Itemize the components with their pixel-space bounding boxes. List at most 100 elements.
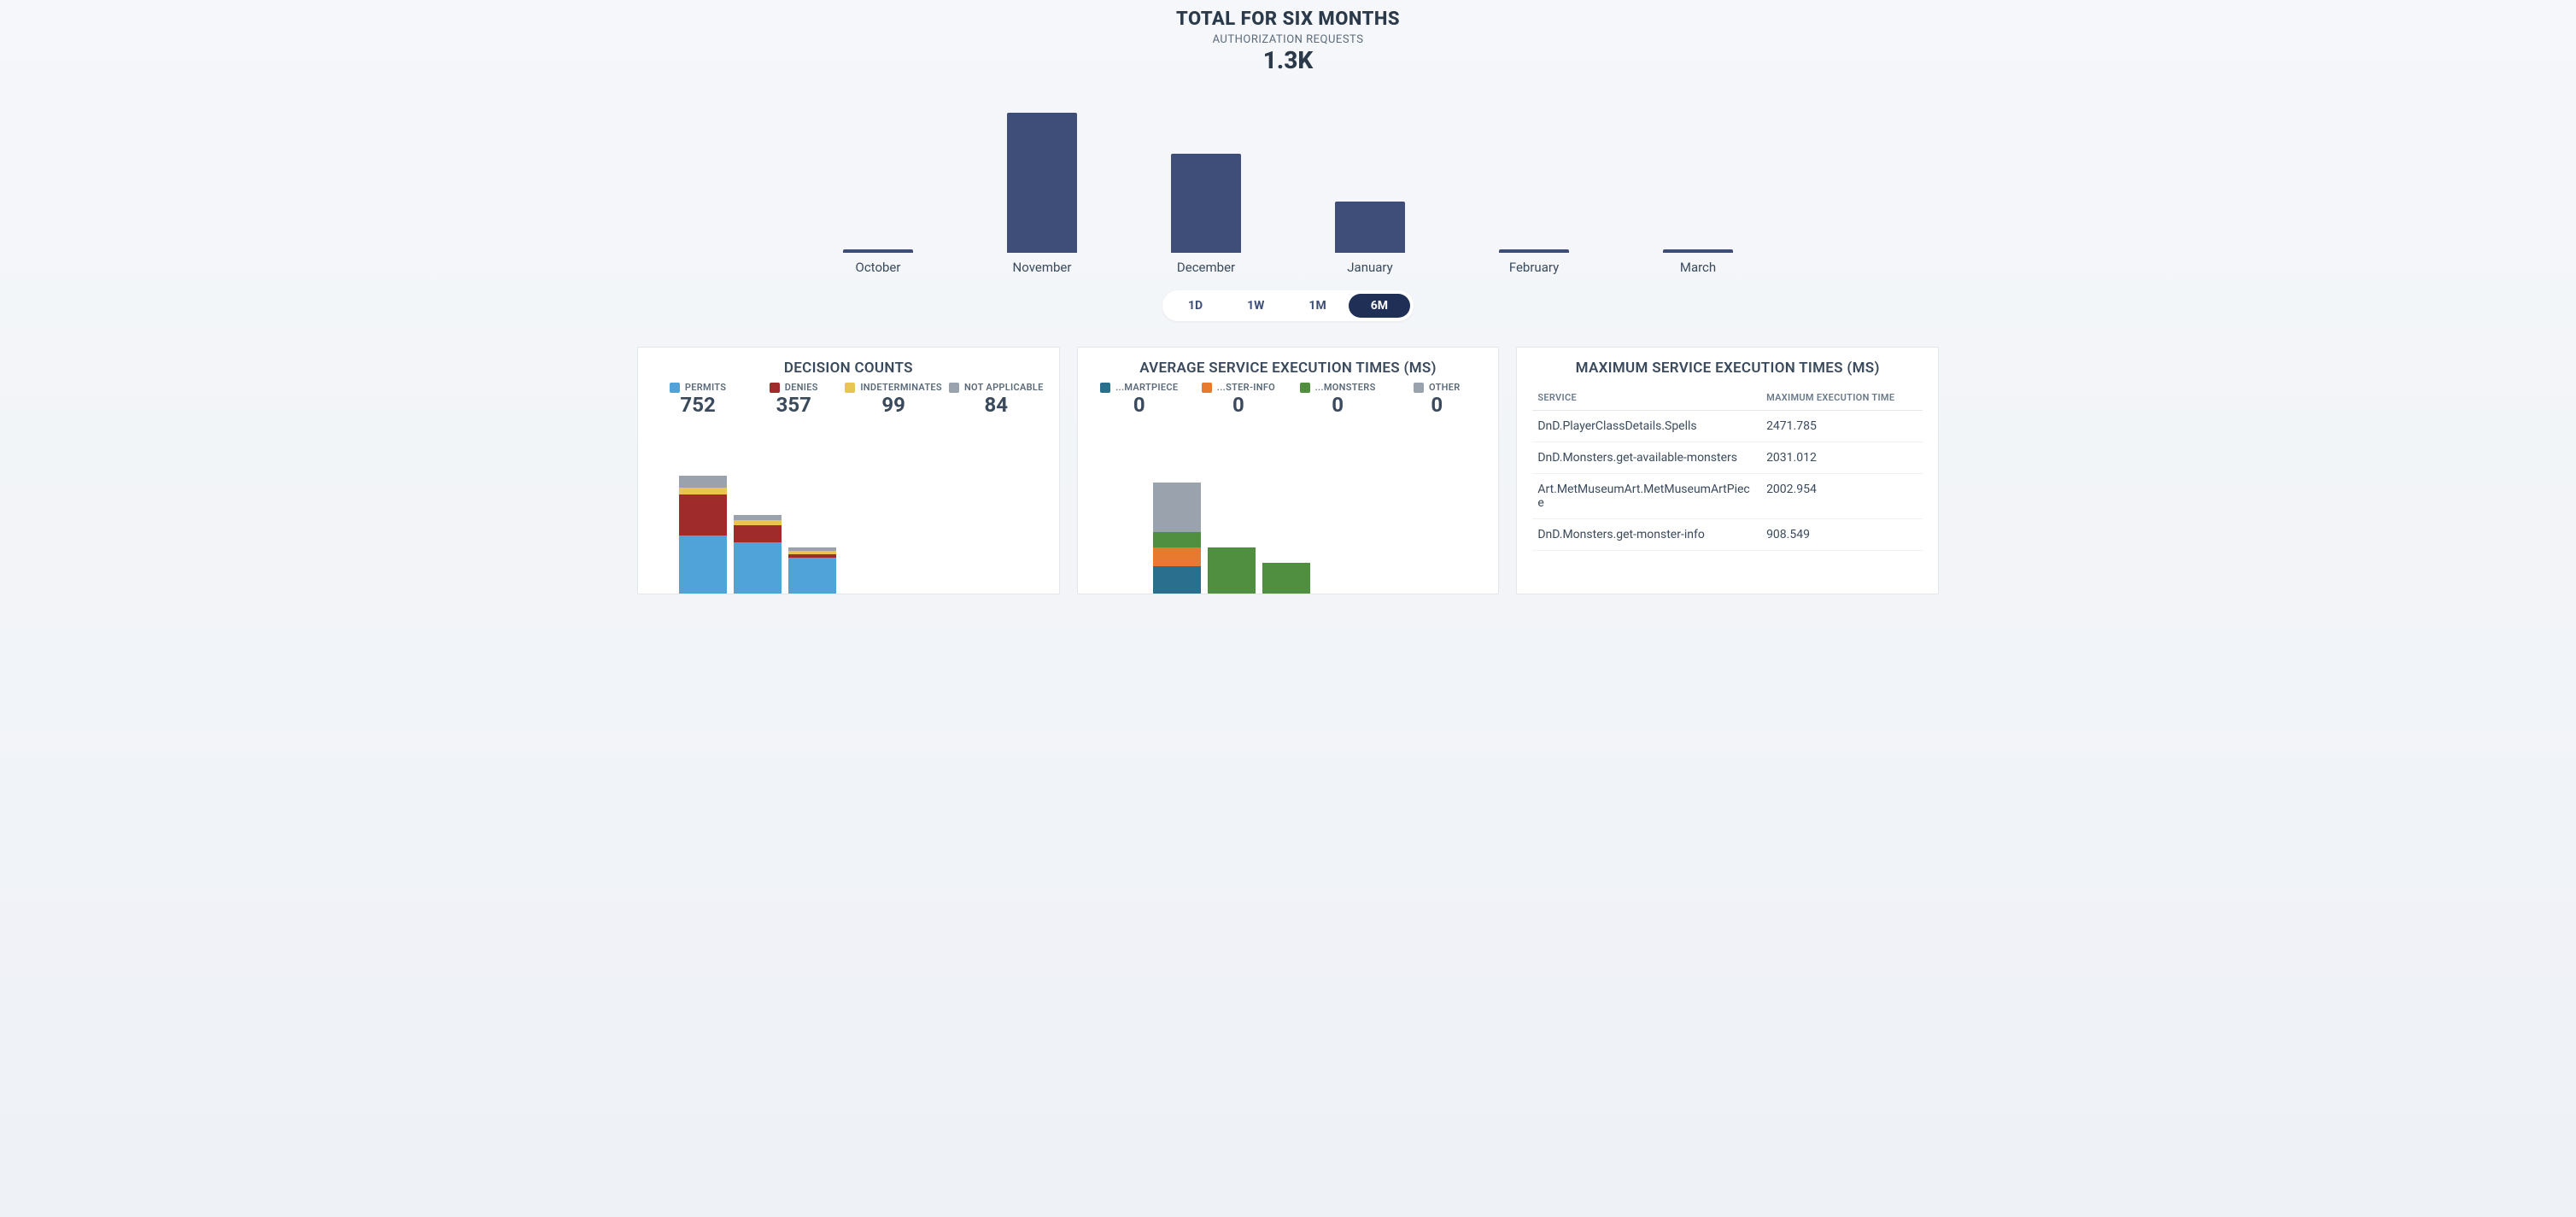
service-cell: DnD.PlayerClassDetails.Spells	[1532, 411, 1761, 442]
decision-legend-item: NOT APPLICABLE84	[949, 382, 1044, 417]
main-bar-november: November	[974, 113, 1110, 275]
range-picker: 1D1W1M6M	[637, 290, 1939, 321]
avgexec-legend-label: ...MARTPIECE	[1115, 382, 1178, 393]
decision-bar	[734, 515, 782, 594]
range-option-1d[interactable]: 1D	[1166, 294, 1225, 318]
max-exec-table: SERVICEMAXIMUM EXECUTION TIME DnD.Player…	[1532, 385, 1923, 551]
main-bar-december: December	[1138, 154, 1274, 275]
decision-legend-value: 99	[881, 393, 905, 417]
bar	[1171, 154, 1241, 253]
segment-denies	[679, 494, 727, 535]
decision-counts-title: DECISION COUNTS	[653, 360, 1044, 377]
avgexec-legend-label: OTHER	[1429, 382, 1461, 393]
table-row: Art.MetMuseumArt.MetMuseumArtPiece2002.9…	[1532, 474, 1923, 519]
main-bar-march: March	[1630, 249, 1766, 275]
segment-grey	[1153, 483, 1201, 532]
max-exec-panel: MAXIMUM SERVICE EXECUTION TIMES (MS) SER…	[1516, 347, 1939, 594]
range-option-6m[interactable]: 6M	[1349, 294, 1410, 318]
main-bar-label: February	[1509, 260, 1559, 275]
avg-exec-title: AVERAGE SERVICE EXECUTION TIMES (MS)	[1093, 360, 1484, 377]
swatch-icon	[1100, 383, 1110, 393]
swatch-icon	[1300, 383, 1310, 393]
table-row: DnD.PlayerClassDetails.Spells2471.785	[1532, 411, 1923, 442]
decision-bar	[679, 476, 727, 594]
avgexec-legend-value: 0	[1431, 393, 1443, 417]
bar	[1007, 113, 1077, 253]
segment-permits	[679, 535, 727, 594]
segment-orange	[1153, 547, 1201, 566]
time-cell: 2471.785	[1761, 411, 1923, 442]
decision-legend-label: PERMITS	[685, 382, 726, 393]
swatch-icon	[1202, 383, 1212, 393]
summary-header: TOTAL FOR SIX MONTHS AUTHORIZATION REQUE…	[637, 9, 1939, 74]
bar	[1663, 249, 1733, 253]
avgexec-bar	[1262, 563, 1310, 594]
avg-exec-panel: AVERAGE SERVICE EXECUTION TIMES (MS) ...…	[1077, 347, 1500, 594]
main-chart: October November December January February Ma…	[637, 100, 1939, 275]
avgexec-legend-value: 0	[1133, 393, 1145, 417]
total-title: TOTAL FOR SIX MONTHS	[637, 9, 1939, 30]
main-bar-february: February	[1466, 249, 1602, 275]
main-bar-january: January	[1302, 202, 1438, 275]
avgexec-legend-label: ...MONSTERS	[1315, 382, 1376, 393]
decision-legend-value: 752	[680, 393, 715, 417]
avgexec-bar	[1153, 483, 1201, 594]
avgexec-legend-item: ...STER-INFO0	[1192, 382, 1285, 417]
range-option-1m[interactable]: 1M	[1286, 294, 1348, 318]
segment-permits	[788, 558, 836, 594]
swatch-icon	[1414, 383, 1424, 393]
max-exec-table-wrap[interactable]: SERVICEMAXIMUM EXECUTION TIME DnD.Player…	[1532, 385, 1923, 594]
decision-legend-label: INDETERMINATES	[860, 382, 942, 393]
table-row: DnD.Monsters.get-monster-info908.549	[1532, 519, 1923, 551]
main-bar-label: March	[1680, 260, 1716, 275]
main-bar-label: October	[856, 260, 901, 275]
main-bar-label: January	[1347, 260, 1392, 275]
segment-permits	[734, 542, 782, 594]
main-bar-october: October	[810, 249, 946, 275]
decision-legend-item: INDETERMINATES99	[845, 382, 942, 417]
service-cell: Art.MetMuseumArt.MetMuseumArtPiece	[1532, 474, 1761, 519]
service-cell: DnD.Monsters.get-available-monsters	[1532, 442, 1761, 474]
segment-green	[1153, 532, 1201, 547]
total-subtitle: AUTHORIZATION REQUESTS	[637, 33, 1939, 46]
segment-green	[1208, 547, 1256, 594]
total-value: 1.3K	[637, 46, 1939, 74]
decision-counts-chart	[653, 417, 1044, 594]
bar	[843, 249, 913, 253]
segment-not_applicable	[679, 476, 727, 488]
avg-exec-chart	[1093, 417, 1484, 594]
decision-legend-label: NOT APPLICABLE	[964, 382, 1044, 393]
table-header: SERVICE	[1532, 385, 1761, 411]
bar	[1499, 249, 1569, 253]
avgexec-legend-label: ...STER-INFO	[1217, 382, 1275, 393]
segment-teal	[1153, 566, 1201, 594]
decision-legend-value: 357	[776, 393, 811, 417]
decision-legend-value: 84	[985, 393, 1009, 417]
decision-legend-item: DENIES357	[749, 382, 838, 417]
service-cell: DnD.Monsters.get-monster-info	[1532, 519, 1761, 551]
decision-bar	[788, 547, 836, 594]
swatch-icon	[670, 383, 680, 393]
swatch-icon	[949, 383, 959, 393]
max-exec-title: MAXIMUM SERVICE EXECUTION TIMES (MS)	[1532, 360, 1923, 377]
decision-counts-panel: DECISION COUNTS PERMITS752DENIES357INDET…	[637, 347, 1060, 594]
segment-indeterminates	[679, 488, 727, 494]
main-bar-label: December	[1177, 260, 1235, 275]
avgexec-legend-item: ...MONSTERS0	[1291, 382, 1384, 417]
segment-green	[1262, 563, 1310, 594]
time-cell: 908.549	[1761, 519, 1923, 551]
avgexec-legend-value: 0	[1232, 393, 1244, 417]
avgexec-legend-item: ...MARTPIECE0	[1093, 382, 1186, 417]
segment-denies	[734, 525, 782, 542]
avgexec-legend-item: OTHER0	[1390, 382, 1483, 417]
avgexec-legend-value: 0	[1332, 393, 1344, 417]
table-header: MAXIMUM EXECUTION TIME	[1761, 385, 1923, 411]
range-option-1w[interactable]: 1W	[1225, 294, 1286, 318]
decision-legend-label: DENIES	[785, 382, 818, 393]
swatch-icon	[845, 383, 855, 393]
main-bar-label: November	[1013, 260, 1072, 275]
avgexec-bar	[1208, 547, 1256, 594]
decision-legend-item: PERMITS752	[653, 382, 742, 417]
swatch-icon	[770, 383, 780, 393]
time-cell: 2002.954	[1761, 474, 1923, 519]
